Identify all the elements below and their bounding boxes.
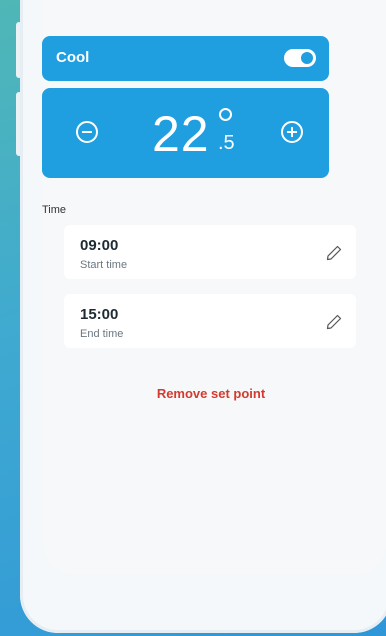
remove-set-point-button[interactable]: Remove set point (0, 386, 386, 401)
start-time-value: 09:00 (80, 237, 119, 254)
decrease-temperature-button[interactable] (76, 121, 98, 143)
end-time-value: 15:00 (80, 306, 119, 323)
temperature-integer: 22 (152, 106, 210, 162)
temperature-decimal: .5 (218, 132, 235, 154)
mode-bar[interactable]: Cool (42, 36, 329, 81)
start-time-card[interactable]: 09:00 Start time (64, 225, 356, 279)
end-time-card[interactable]: 15:00 End time (64, 294, 356, 348)
temperature-card: 22 .5 (42, 88, 329, 178)
minus-icon (82, 131, 92, 133)
app-screen (43, 0, 386, 574)
end-time-label: End time (80, 328, 124, 340)
start-time-label: Start time (80, 259, 128, 271)
mode-label: Cool (56, 49, 90, 66)
degree-icon (219, 108, 232, 121)
mode-toggle[interactable] (284, 49, 316, 67)
pencil-icon[interactable] (326, 314, 342, 330)
time-section-label: Time (42, 204, 67, 216)
pencil-icon[interactable] (326, 245, 342, 261)
toggle-knob (301, 52, 313, 64)
increase-temperature-button[interactable] (281, 121, 303, 143)
